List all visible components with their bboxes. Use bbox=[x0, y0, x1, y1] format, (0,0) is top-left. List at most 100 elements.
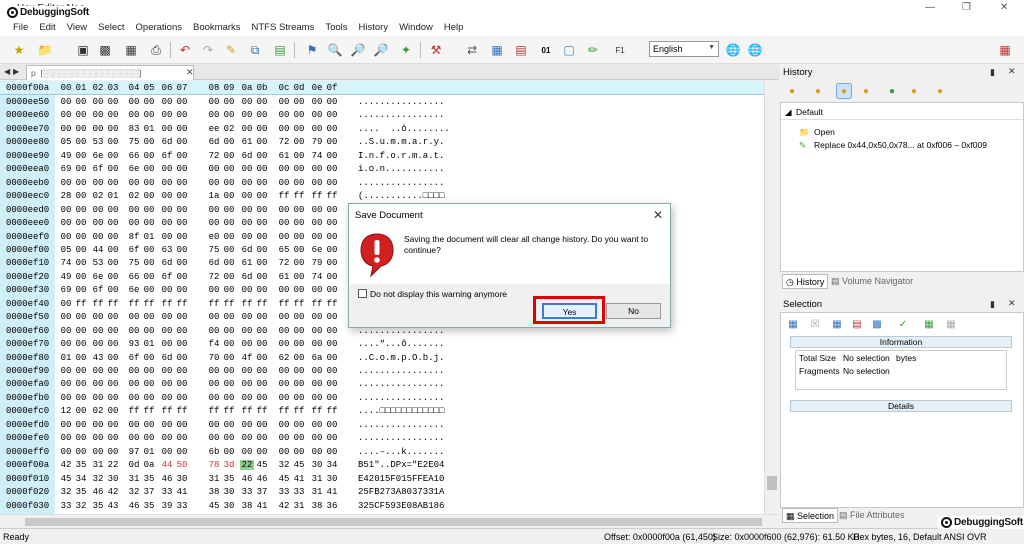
row-ascii[interactable]: 25FB273A8037331A bbox=[358, 487, 444, 497]
hex-row[interactable]: 0000ef90 00 00 00 00 00 00 00 00 00 00 00 00 00 00 00 00… bbox=[0, 365, 764, 378]
pin-icon[interactable]: ▮ bbox=[990, 299, 995, 310]
hex-byte[interactable]: ff bbox=[127, 406, 141, 416]
hex-byte[interactable]: 00 bbox=[160, 164, 174, 174]
hex-byte[interactable]: 65 bbox=[277, 245, 291, 255]
hex-byte[interactable]: ff bbox=[91, 299, 105, 309]
hex-byte[interactable]: 31 bbox=[310, 474, 324, 484]
hex-byte[interactable]: 00 bbox=[142, 285, 156, 295]
hex-byte[interactable]: 00 bbox=[74, 178, 88, 188]
hex-byte[interactable]: 00 bbox=[292, 420, 306, 430]
horizontal-scroll-thumb[interactable] bbox=[25, 518, 762, 526]
hex-byte[interactable]: 00 bbox=[277, 312, 291, 322]
hex-byte[interactable]: 00 bbox=[160, 447, 174, 457]
hex-byte[interactable]: 6d bbox=[160, 258, 174, 268]
hex-byte[interactable]: 00 bbox=[207, 379, 221, 389]
hex-byte[interactable]: 00 bbox=[325, 353, 339, 363]
hex-byte[interactable]: 01 bbox=[142, 124, 156, 134]
hex-byte[interactable]: 00 bbox=[106, 245, 120, 255]
tab-selection[interactable]: ▦ Selection bbox=[782, 508, 839, 523]
hex-byte[interactable]: 00 bbox=[240, 285, 254, 295]
hex-byte[interactable]: 3d bbox=[222, 460, 236, 470]
hex-byte[interactable]: 30 bbox=[222, 501, 236, 511]
select-range-icon[interactable]: ▤ bbox=[849, 316, 865, 332]
hex-byte[interactable]: 00 bbox=[175, 326, 189, 336]
hex-byte[interactable]: 00 bbox=[127, 205, 141, 215]
row-ascii[interactable]: E42015F015FFEA10 bbox=[358, 474, 444, 484]
history-branch-icon[interactable]: ● bbox=[858, 83, 874, 99]
hex-byte[interactable]: 00 bbox=[222, 272, 236, 282]
hex-byte[interactable]: 00 bbox=[222, 353, 236, 363]
hex-byte[interactable]: 61 bbox=[240, 258, 254, 268]
hex-byte[interactable]: 02 bbox=[222, 124, 236, 134]
hex-byte[interactable]: 00 bbox=[207, 178, 221, 188]
hex-byte[interactable]: 00 bbox=[255, 97, 269, 107]
hex-byte[interactable]: 00 bbox=[160, 366, 174, 376]
hex-byte[interactable]: 00 bbox=[74, 124, 88, 134]
hex-byte[interactable]: 43 bbox=[91, 353, 105, 363]
history-clear-icon[interactable]: ● bbox=[932, 83, 948, 99]
hex-byte[interactable]: 00 bbox=[59, 433, 73, 443]
hex-byte[interactable]: 00 bbox=[175, 272, 189, 282]
hex-byte[interactable]: ee bbox=[207, 124, 221, 134]
hex-byte[interactable]: 53 bbox=[91, 258, 105, 268]
paste-icon[interactable]: ▤ bbox=[271, 41, 289, 59]
hex-byte[interactable]: 41 bbox=[292, 474, 306, 484]
hex-byte[interactable]: 00 bbox=[160, 393, 174, 403]
hex-byte[interactable]: 00 bbox=[292, 393, 306, 403]
undo-icon[interactable]: ↶ bbox=[176, 41, 194, 59]
row-ascii[interactable]: 325CF593E08AB186 bbox=[358, 501, 444, 511]
hex-byte[interactable]: 70 bbox=[207, 353, 221, 363]
hex-byte[interactable]: e0 bbox=[207, 232, 221, 242]
hex-byte[interactable]: 6f bbox=[127, 353, 141, 363]
hex-byte[interactable]: 00 bbox=[59, 205, 73, 215]
hex-byte[interactable]: 43 bbox=[106, 501, 120, 511]
hex-byte[interactable]: 00 bbox=[277, 366, 291, 376]
hex-byte[interactable]: 00 bbox=[292, 97, 306, 107]
hex-byte[interactable]: 6a bbox=[310, 353, 324, 363]
hex-byte[interactable]: 6d bbox=[207, 258, 221, 268]
hex-byte[interactable]: 00 bbox=[292, 151, 306, 161]
hex-byte[interactable]: 74 bbox=[310, 272, 324, 282]
no-button[interactable]: No bbox=[606, 303, 661, 319]
redo-icon[interactable]: ↷ bbox=[199, 41, 217, 59]
hex-byte[interactable]: 00 bbox=[106, 339, 120, 349]
hex-byte[interactable]: 00 bbox=[222, 110, 236, 120]
hex-byte[interactable]: 30 bbox=[310, 460, 324, 470]
hex-byte[interactable]: 32 bbox=[74, 501, 88, 511]
hex-byte[interactable]: 00 bbox=[325, 232, 339, 242]
hex-byte[interactable]: 00 bbox=[255, 191, 269, 201]
hex-byte[interactable]: 00 bbox=[142, 178, 156, 188]
hex-byte[interactable]: 00 bbox=[310, 393, 324, 403]
compare-icon[interactable]: ⇄ bbox=[463, 41, 481, 59]
hex-byte[interactable]: 00 bbox=[310, 433, 324, 443]
history-save-icon[interactable]: ● bbox=[884, 83, 900, 99]
hex-byte[interactable]: 00 bbox=[74, 339, 88, 349]
hex-byte[interactable]: 00 bbox=[106, 447, 120, 457]
row-ascii[interactable]: ................ bbox=[358, 97, 444, 107]
hex-byte[interactable]: 44 bbox=[160, 460, 174, 470]
hex-byte[interactable]: 6e bbox=[91, 272, 105, 282]
hex-byte[interactable]: 00 bbox=[127, 420, 141, 430]
hex-byte[interactable]: 00 bbox=[127, 110, 141, 120]
hex-byte[interactable]: 46 bbox=[160, 474, 174, 484]
hex-byte[interactable]: 33 bbox=[175, 501, 189, 511]
hex-byte[interactable]: 66 bbox=[127, 272, 141, 282]
hex-byte[interactable]: 00 bbox=[310, 312, 324, 322]
hex-byte[interactable]: 6f bbox=[91, 285, 105, 295]
hex-byte[interactable]: 00 bbox=[91, 205, 105, 215]
tab-scroll-left-icon[interactable]: ◀ bbox=[4, 67, 10, 76]
document-tab[interactable]: p [░░░░░░░░░░░░░░░░] bbox=[26, 65, 194, 80]
hex-byte[interactable]: 6f bbox=[160, 272, 174, 282]
menu-history[interactable]: History bbox=[359, 22, 389, 33]
hex-row[interactable]: 0000f00a 42 35 31 22 0d 0a 44 50 78 3d 22 45 32 45 30 34… bbox=[0, 459, 764, 472]
hex-byte[interactable]: 00 bbox=[91, 124, 105, 134]
history-undo-icon[interactable]: ● bbox=[784, 83, 800, 99]
minimize-button[interactable]: — bbox=[925, 2, 935, 13]
hex-byte[interactable]: 00 bbox=[207, 312, 221, 322]
hex-byte[interactable]: 00 bbox=[310, 326, 324, 336]
hex-byte[interactable]: 00 bbox=[142, 245, 156, 255]
row-ascii[interactable]: ..S.u.m.m.a.r.y. bbox=[358, 137, 444, 147]
hex-byte[interactable]: 32 bbox=[59, 487, 73, 497]
hex-byte[interactable]: 75 bbox=[207, 245, 221, 255]
hex-byte[interactable]: 00 bbox=[222, 339, 236, 349]
